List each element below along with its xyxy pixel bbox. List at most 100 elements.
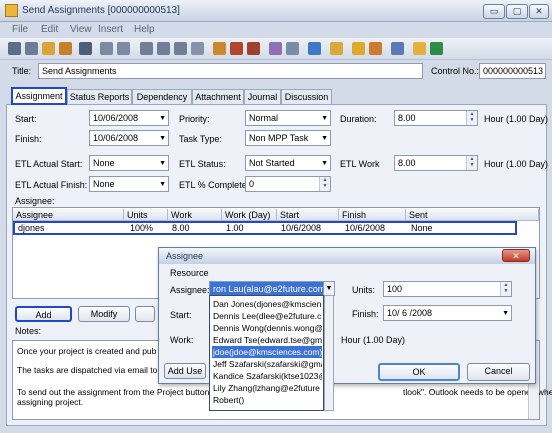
list-item[interactable]: Dennis Wong(dennis.wong@: [212, 322, 322, 334]
tab-discussion[interactable]: Discussion: [281, 89, 332, 104]
list-item[interactable]: Dan Jones(djones@kmscien: [212, 298, 322, 310]
calendar-icon[interactable]: [330, 42, 343, 55]
start-date-field[interactable]: 10/06/2008 ▼: [89, 110, 169, 126]
dialog-finish-label: Finish:: [352, 309, 379, 319]
spinner-arrows-icon[interactable]: ▲ ▼: [319, 177, 330, 191]
units-spinner[interactable]: 100 ▲ ▼: [383, 281, 512, 297]
users-icon[interactable]: [8, 42, 21, 55]
etl-work-spinner[interactable]: 8.00 ▲ ▼: [394, 155, 478, 171]
etl-pct-complete-label: ETL % Complete:: [179, 180, 250, 190]
assignee-combo[interactable]: ron Lau(alau@e2future.com): [209, 281, 335, 296]
bookmark-icon[interactable]: [413, 42, 426, 55]
notes-line-1: Once your project is created and pub: [17, 346, 157, 356]
title-input[interactable]: Send Assignments: [38, 63, 423, 79]
person-add-icon[interactable]: [59, 42, 72, 55]
tab-attachment[interactable]: Attachment: [192, 89, 244, 104]
table-row[interactable]: [13, 221, 517, 235]
outdent-icon[interactable]: [117, 42, 130, 55]
settings-icon[interactable]: [369, 42, 382, 55]
grid-header-assignee[interactable]: Assignee: [13, 209, 124, 221]
print-icon[interactable]: [269, 42, 282, 55]
tab-dependency[interactable]: Dependency: [132, 89, 192, 104]
person-icon[interactable]: [25, 42, 38, 55]
folder-icon[interactable]: [352, 42, 365, 55]
grid-header-sent[interactable]: Sent: [406, 209, 539, 221]
minimize-button[interactable]: ▭: [483, 4, 505, 19]
task-type-select[interactable]: Non MPP Task ▼: [245, 130, 331, 146]
cell-units: 100%: [130, 223, 154, 233]
etl-actual-start-field[interactable]: None ▼: [89, 155, 169, 171]
spinner-arrows-icon[interactable]: ▲ ▼: [500, 282, 511, 296]
tools-icon[interactable]: [247, 42, 260, 55]
spinner-arrows-icon[interactable]: ▲ ▼: [466, 156, 477, 170]
list-item[interactable]: jdoe(jdoe@kmsciences.com): [212, 346, 322, 358]
tab-journal[interactable]: Journal: [244, 89, 281, 104]
modify-button[interactable]: Modify: [78, 306, 130, 322]
control-no-input[interactable]: 000000000513: [479, 63, 546, 79]
menu-edit[interactable]: Edit: [41, 24, 58, 35]
list-item[interactable]: Kandice Szafarski(ktse1023@: [212, 370, 322, 382]
etl-pct-complete-spinner[interactable]: 0 ▲ ▼: [245, 176, 331, 192]
list-item[interactable]: Dennis Lee(dlee@e2future.c: [212, 310, 322, 322]
units-label: Units:: [352, 285, 376, 295]
menu-file[interactable]: File: [12, 24, 28, 35]
priority-select[interactable]: Normal ▼: [245, 110, 331, 126]
cell-finish: 10/6/2008: [345, 223, 386, 233]
ok-button[interactable]: OK: [378, 363, 460, 381]
units-value: 100: [387, 284, 403, 294]
chevron-down-icon: ▼: [321, 160, 328, 167]
etl-status-value: Not Started: [249, 158, 295, 168]
grid-header-work-day[interactable]: Work (Day): [222, 209, 277, 221]
menu-insert[interactable]: Insert: [98, 24, 123, 35]
menu-help[interactable]: Help: [134, 24, 155, 35]
finish-label: Finish:: [15, 134, 42, 144]
spinner-arrows-icon[interactable]: ▲ ▼: [466, 111, 477, 125]
grid-icon[interactable]: [308, 42, 321, 55]
close-button[interactable]: ✕: [529, 4, 549, 19]
etl-actual-start-label: ETL Actual Start:: [15, 159, 83, 169]
stop-icon[interactable]: [157, 42, 170, 55]
grid-header-start[interactable]: Start: [277, 209, 339, 221]
indent-icon[interactable]: [100, 42, 113, 55]
duration-label: Duration:: [340, 114, 377, 124]
tab-assignment[interactable]: Assignment: [11, 87, 67, 105]
cancel-button[interactable]: Cancel: [467, 363, 530, 381]
chart-icon[interactable]: [230, 42, 243, 55]
finish-date-field[interactable]: 10/06/2008 ▼: [89, 130, 169, 146]
window-title: Send Assignments [000000000513]: [22, 5, 180, 16]
tab-status-reports[interactable]: Status Reports: [67, 89, 132, 104]
grid-header-units[interactable]: Units: [124, 209, 168, 221]
list-item[interactable]: Edward Tse(edward.tse@gm: [212, 334, 322, 346]
dropdown-scrollbar[interactable]: [324, 295, 334, 411]
maximize-button[interactable]: ▢: [506, 4, 528, 19]
etl-status-label: ETL Status:: [179, 159, 226, 169]
add-user-button[interactable]: Add Use: [164, 363, 206, 379]
grid-header-work[interactable]: Work: [168, 209, 222, 221]
duration-spinner[interactable]: 8.00 ▲ ▼: [394, 110, 478, 126]
filter-icon[interactable]: [42, 42, 55, 55]
dialog-finish-date[interactable]: 10/ 6 /2008 ▼: [383, 305, 512, 321]
list-item[interactable]: Robert(): [212, 394, 322, 406]
book-icon[interactable]: [391, 42, 404, 55]
refresh-icon[interactable]: [191, 42, 204, 55]
print-preview-icon[interactable]: [286, 42, 299, 55]
dialog-close-button[interactable]: ✕: [502, 249, 530, 262]
flag-icon[interactable]: [140, 42, 153, 55]
grid-header-finish[interactable]: Finish: [339, 209, 406, 221]
excel-icon[interactable]: [430, 42, 443, 55]
chevron-down-icon[interactable]: ▼: [323, 281, 335, 296]
app-icon: [5, 4, 18, 17]
etl-status-select[interactable]: Not Started ▼: [245, 155, 331, 171]
list-item[interactable]: Jeff Szafarski(szafarski@gma: [212, 358, 322, 370]
etl-actual-finish-field[interactable]: None ▼: [89, 176, 169, 192]
assignee-dropdown[interactable]: Dan Jones(djones@kmscien Dennis Lee(dlee…: [209, 295, 324, 411]
list-item[interactable]: Lily Zhang(lzhang@e2future: [212, 382, 322, 394]
list-icon[interactable]: [174, 42, 187, 55]
add-button[interactable]: Add: [15, 306, 72, 322]
links-icon[interactable]: [213, 42, 226, 55]
task-type-label: Task Type:: [179, 134, 222, 144]
menu-view[interactable]: View: [70, 24, 92, 35]
dialog-finish-value: 10/ 6 /2008: [387, 308, 433, 318]
undo-redo-icon[interactable]: [79, 42, 92, 55]
remove-button[interactable]: [135, 306, 155, 322]
